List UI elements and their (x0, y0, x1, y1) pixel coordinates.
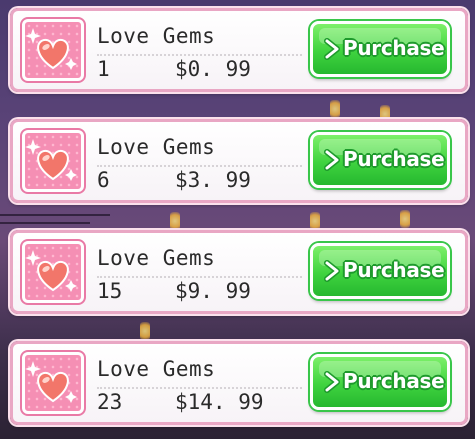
product-title: Love Gems (97, 246, 216, 270)
product-quantity: 1 (97, 57, 110, 81)
lantern-light (170, 212, 180, 230)
product-quantity: 23 (97, 390, 123, 414)
divider (97, 387, 302, 389)
purchase-button[interactable]: Purchase (310, 21, 450, 77)
divider (97, 54, 302, 56)
product-price: $3. 99 (175, 168, 251, 192)
power-wire (0, 222, 90, 224)
chevron-right-icon (324, 371, 340, 393)
heart-gem-icon (22, 19, 84, 81)
purchase-button[interactable]: Purchase (310, 243, 450, 299)
power-wire (0, 214, 110, 216)
heart-gem-icon (22, 130, 84, 192)
heart-gem-icon (22, 241, 84, 303)
product-quantity: 15 (97, 279, 123, 303)
divider (97, 276, 302, 278)
divider (97, 165, 302, 167)
lantern-light (400, 210, 410, 228)
product-price: $9. 99 (175, 279, 251, 303)
purchase-button[interactable]: Purchase (310, 354, 450, 410)
purchase-button[interactable]: Purchase (310, 132, 450, 188)
product-title: Love Gems (97, 24, 216, 48)
purchase-label: Purchase (343, 369, 445, 393)
product-title: Love Gems (97, 357, 216, 381)
product-price: $0. 99 (175, 57, 251, 81)
chevron-right-icon (324, 260, 340, 282)
product-quantity: 6 (97, 168, 110, 192)
lantern-light (140, 322, 150, 340)
product-title: Love Gems (97, 135, 216, 159)
chevron-right-icon (324, 149, 340, 171)
product-row-3: Love Gems 15 $9. 99 Purchase (10, 230, 468, 314)
purchase-label: Purchase (343, 258, 445, 282)
purchase-label: Purchase (343, 36, 445, 60)
product-price: $14. 99 (175, 390, 264, 414)
heart-gem-icon (22, 352, 84, 414)
product-row-1: Love Gems 1 $0. 99 Purchase (10, 8, 468, 92)
lantern-light (310, 212, 320, 230)
product-row-4: Love Gems 23 $14. 99 Purchase (10, 341, 468, 425)
lantern-light (330, 100, 340, 118)
product-row-2: Love Gems 6 $3. 99 Purchase (10, 119, 468, 203)
chevron-right-icon (324, 38, 340, 60)
purchase-label: Purchase (343, 147, 445, 171)
